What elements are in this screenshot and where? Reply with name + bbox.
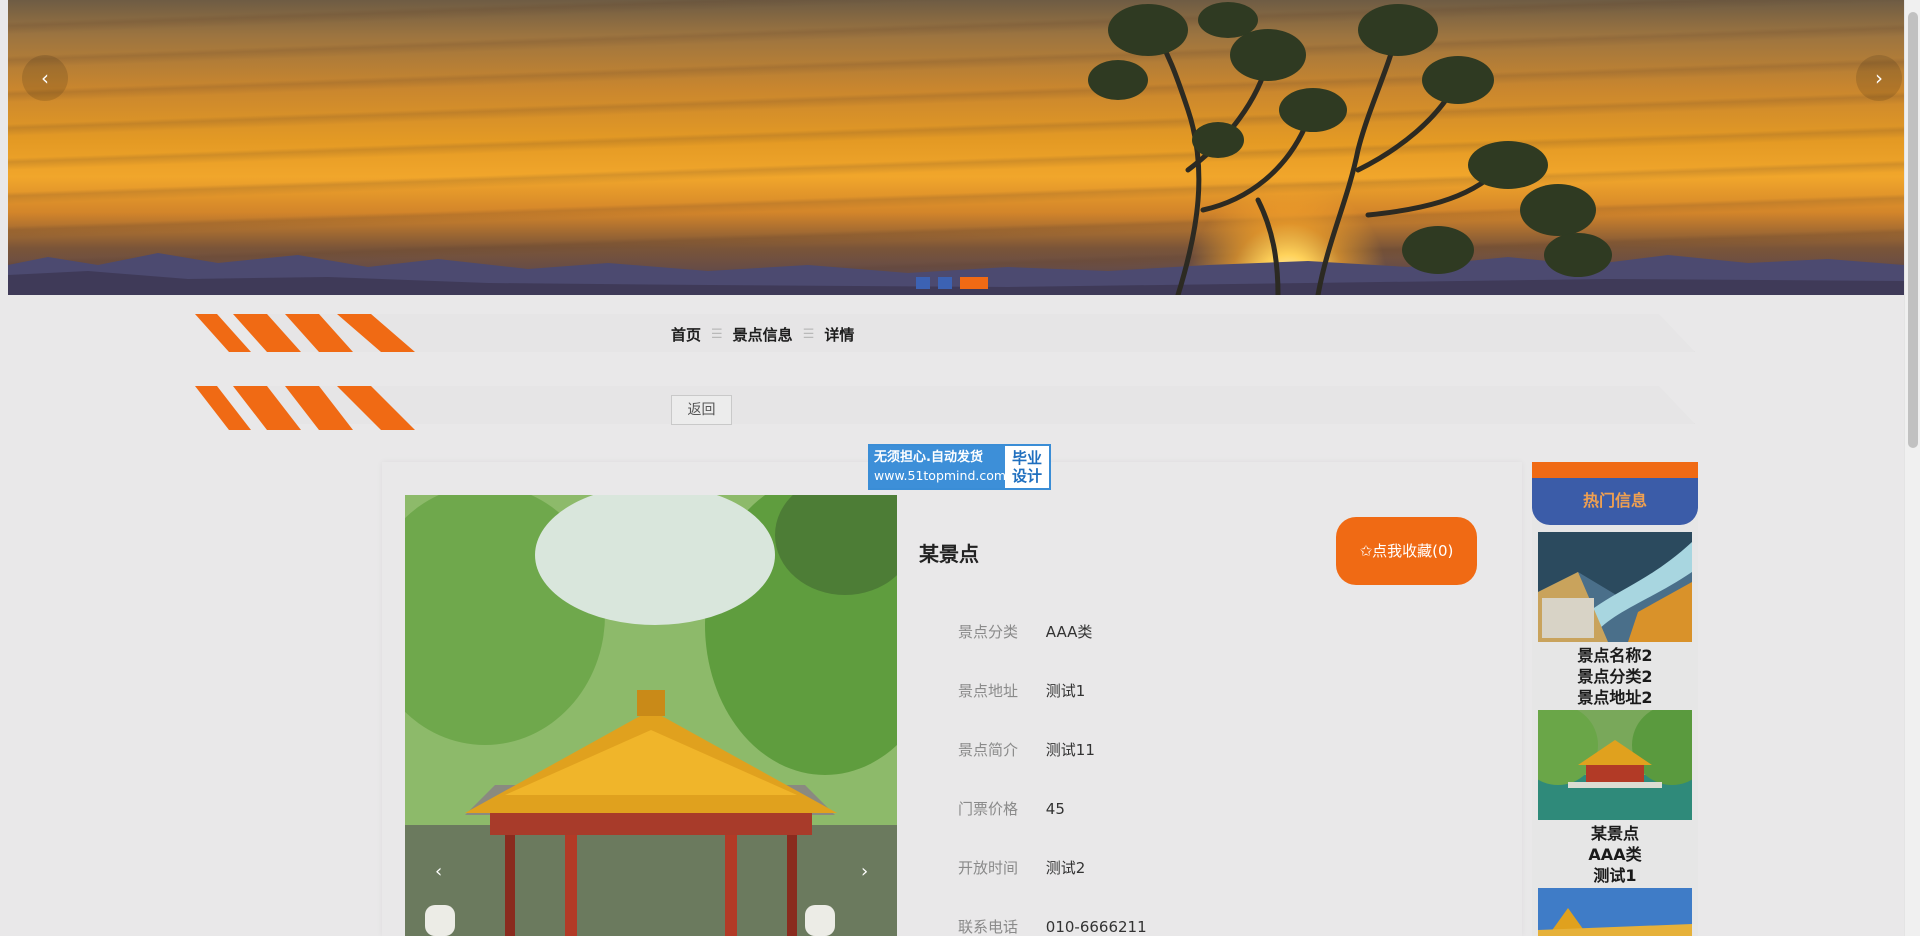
info-row-address: 景点地址 测试1 [958,680,1085,701]
hot-info-title: 热门信息 [1532,462,1698,525]
watermark-badge: 无须担心.自动发货 www.51topmind.com 毕业 设计 [868,444,1051,490]
pavilion-photo [405,495,897,936]
banner-prev-button[interactable]: ‹ [22,55,68,101]
field-label: 景点地址 [958,682,1019,700]
hot-item[interactable] [1538,888,1692,936]
field-label: 门票价格 [958,800,1019,818]
field-value: AAA类 [1045,623,1093,641]
watermark-right-line2: 设计 [1011,467,1042,485]
breadcrumb-separator: ☰ [711,327,723,342]
field-value: 测试11 [1045,741,1095,759]
ribbon-band [255,314,1695,352]
banner-dot[interactable] [916,277,930,289]
field-value: 测试2 [1045,859,1086,877]
attraction-title: 某景点 [919,542,979,566]
banner-next-button[interactable]: › [1856,55,1902,101]
field-value: 测试1 [1045,682,1086,700]
info-row-intro: 景点简介 测试11 [958,739,1095,760]
hot-info-sidebar: 热门信息 景点名称2 景点分类2 景点地址2 某景点 AAA类 测试1 [1532,462,1698,936]
hot-item[interactable]: 某景点 AAA类 测试1 [1538,710,1692,886]
watermark-slogan: 无须担心.自动发货 [874,450,983,465]
field-label: 景点分类 [958,623,1019,641]
breadcrumb-home[interactable]: 首页 [671,324,701,345]
breadcrumb-separator: ☰ [802,327,815,342]
hot-item-name: 某景点 [1590,824,1639,843]
breadcrumb-ribbon: 首页 ☰ 景点信息 ☰ 详情 [195,314,1695,352]
field-value: 010-6666211 [1045,918,1147,936]
hot-item-image [1538,710,1692,820]
favorite-button[interactable]: ✩点我收藏(0) [1336,517,1477,585]
hot-item-name: 景点名称2 [1577,646,1653,665]
gallery-prev-button[interactable]: ‹ [435,861,442,882]
hot-item-image [1538,532,1692,642]
info-row-price: 门票价格 45 [958,798,1065,819]
hot-item-category: 景点分类2 [1577,667,1653,686]
hot-item-image [1538,888,1692,936]
hot-item-category: AAA类 [1588,845,1642,864]
hot-item-address: 测试1 [1593,866,1637,885]
banner-dot[interactable] [938,277,952,289]
hero-carousel: ‹ › [8,0,1904,295]
field-label: 联系电话 [958,918,1019,936]
gallery-next-button[interactable]: › [861,861,868,882]
watermark-left: 无须担心.自动发货 www.51topmind.com [870,446,1007,488]
banner-indicators [916,277,988,289]
hot-item[interactable]: 景点名称2 景点分类2 景点地址2 [1538,532,1692,708]
hot-item-text: 景点名称2 景点分类2 景点地址2 [1538,645,1692,708]
detail-image-carousel: ‹ › [405,495,897,936]
hot-item-text: 某景点 AAA类 测试1 [1538,823,1692,886]
breadcrumb: 首页 ☰ 景点信息 ☰ 详情 [671,324,854,345]
ribbon-stripes [195,386,415,430]
field-label: 景点简介 [958,741,1019,759]
field-label: 开放时间 [958,859,1019,877]
hot-item-address: 景点地址2 [1577,688,1653,707]
scrollbar-thumb[interactable] [1908,12,1918,448]
tree-silhouette [1088,2,1612,295]
ribbon-band [255,386,1695,424]
breadcrumb-section[interactable]: 景点信息 [733,324,793,345]
back-button[interactable]: 返回 [671,395,732,425]
info-row-category: 景点分类 AAA类 [958,621,1092,642]
banner-dot-active[interactable] [960,277,988,289]
watermark-right: 毕业 设计 [1005,446,1049,488]
field-value: 45 [1045,800,1065,818]
ribbon-stripes [195,314,415,352]
page-scrollbar[interactable] [1904,0,1920,936]
action-ribbon: 返回 [195,386,1695,430]
watermark-url: www.51topmind.com [874,468,1007,483]
info-row-phone: 联系电话 010-6666211 [958,916,1147,936]
info-row-hours: 开放时间 测试2 [958,857,1085,878]
breadcrumb-current: 详情 [824,326,855,344]
detail-card: ‹ › 某景点 ✩点我收藏(0) 景点分类 AAA类 景点地址 测试1 景点简介… [382,462,1522,936]
watermark-right-line1: 毕业 [1011,449,1042,467]
